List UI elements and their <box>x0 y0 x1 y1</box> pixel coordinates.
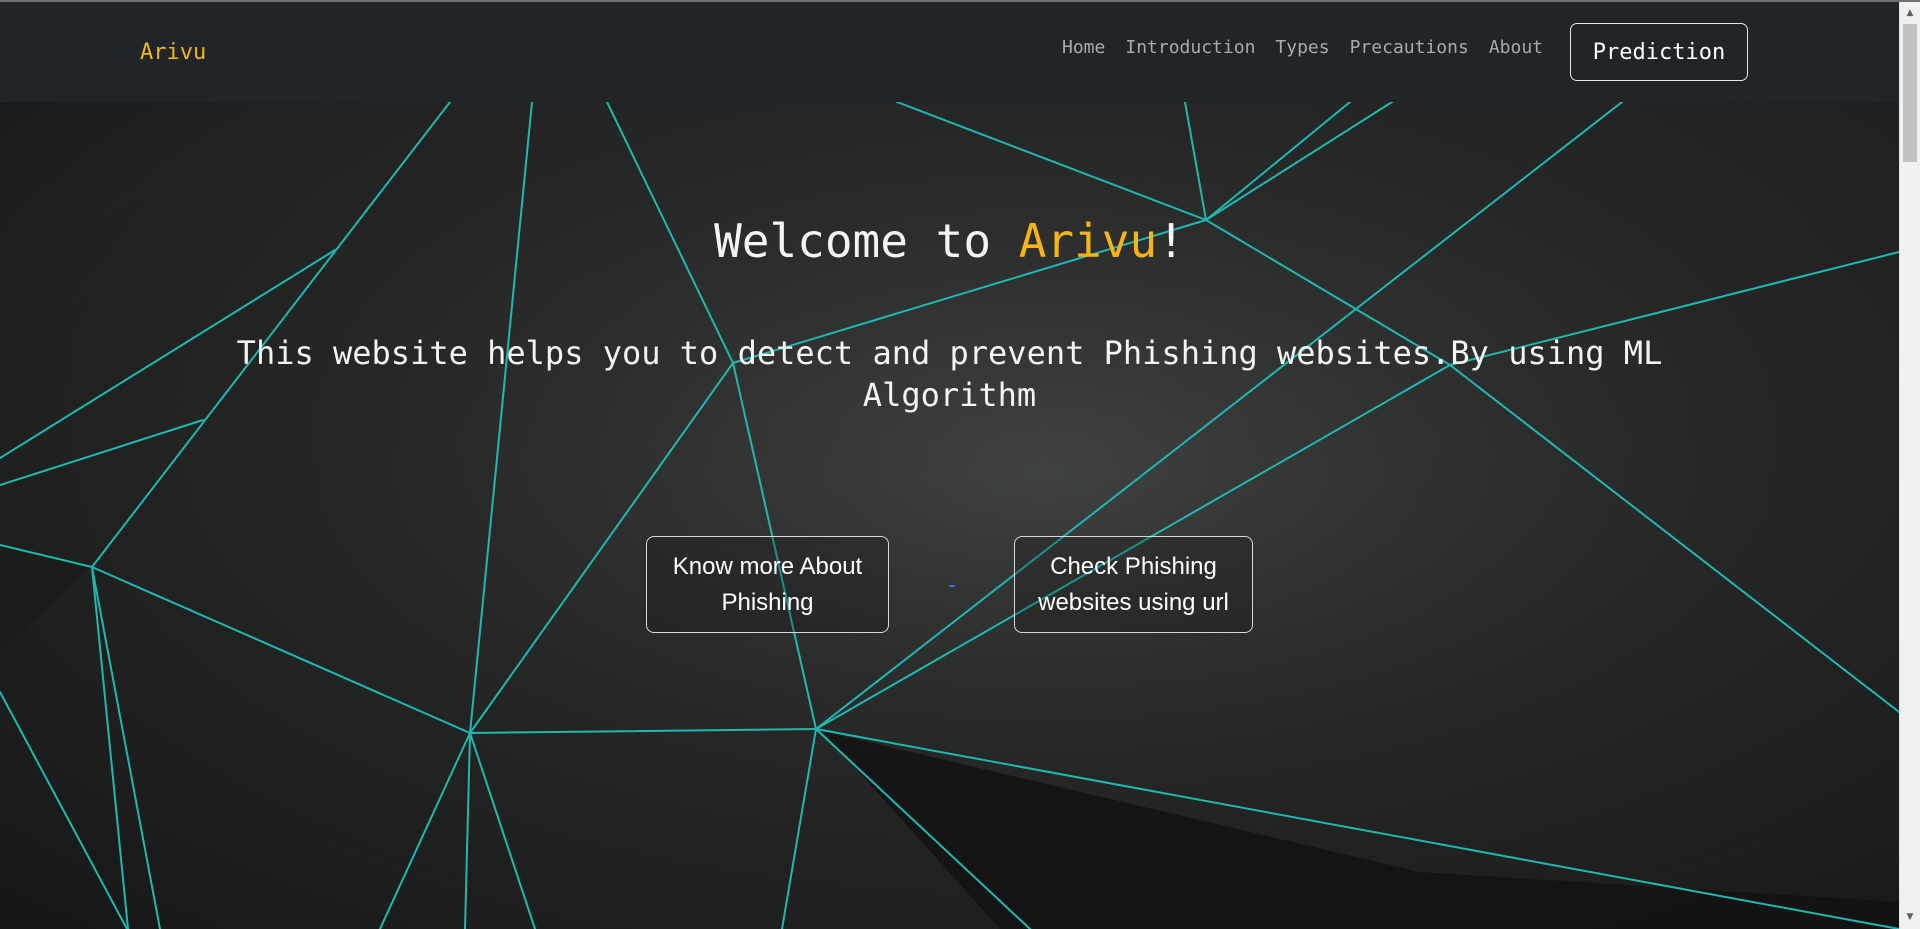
navbar: Arivu Home Introduction Types Precaution… <box>0 2 1899 102</box>
nav-links: Home Introduction Types Precautions Abou… <box>1062 37 1563 58</box>
scrollbar-thumb[interactable] <box>1903 24 1917 162</box>
hero-title-prefix: Welcome to <box>714 214 1019 268</box>
nav-link-about[interactable]: About <box>1489 37 1543 58</box>
nav-link-introduction[interactable]: Introduction <box>1125 37 1255 58</box>
know-more-button[interactable]: Know more About Phishing <box>646 536 889 633</box>
link-marker <box>949 585 955 587</box>
brand-logo[interactable]: Arivu <box>140 40 206 65</box>
hero-title-brand: Arivu <box>1018 214 1158 268</box>
hero-title-suffix: ! <box>1157 214 1185 268</box>
nav-link-home[interactable]: Home <box>1062 37 1105 58</box>
prediction-button[interactable]: Prediction <box>1570 23 1748 81</box>
hero-section: Welcome to Arivu! This website helps you… <box>0 102 1899 929</box>
triangle-up-icon[interactable]: ▲ <box>1900 4 1920 21</box>
hero-subtitle: This website helps you to detect and pre… <box>236 334 1663 414</box>
hero-title: Welcome to Arivu! <box>0 214 1899 268</box>
vertical-scrollbar[interactable]: ▲ ▼ <box>1899 0 1920 929</box>
nav-link-precautions[interactable]: Precautions <box>1350 37 1469 58</box>
check-phishing-button[interactable]: Check Phishing websites using url <box>1014 536 1253 633</box>
window-top-border <box>0 0 1920 2</box>
nav-link-types[interactable]: Types <box>1275 37 1329 58</box>
triangle-down-icon[interactable]: ▼ <box>1900 908 1920 925</box>
